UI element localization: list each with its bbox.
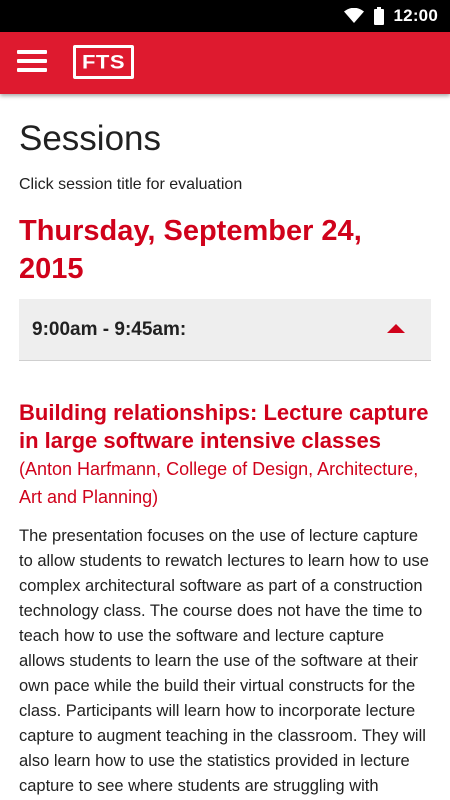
session-heading: Building relationships: Lecture capture … [19, 399, 431, 511]
session-item: Building relationships: Lecture capture … [19, 399, 431, 800]
expand-less-icon[interactable] [387, 324, 405, 333]
battery-icon [373, 7, 384, 25]
status-bar: 12:00 [0, 0, 450, 32]
status-time: 12:00 [393, 6, 438, 25]
status-icons: 12:00 [343, 0, 438, 32]
main-content[interactable]: Sessions Click session title for evaluat… [0, 94, 450, 800]
logo-text: FTS [81, 50, 126, 73]
time-slot-header[interactable]: 9:00am - 9:45am: [19, 299, 431, 361]
page-subtitle: Click session title for evaluation [19, 176, 243, 193]
day-heading: Thursday, September 24, 2015 [19, 215, 362, 285]
session-presenter: (Anton Harfmann, College of Design, Arch… [19, 459, 419, 507]
wifi-icon [343, 8, 364, 24]
app-bar: FTS [0, 32, 450, 94]
menu-button[interactable] [10, 41, 54, 85]
session-title-link[interactable]: Building relationships: Lecture capture … [19, 400, 429, 453]
page-title: Sessions [19, 119, 162, 158]
session-description: The presentation focuses on the use of l… [19, 527, 429, 795]
app-logo[interactable]: FTS [73, 45, 134, 79]
time-slot-label: 9:00am - 9:45am: [32, 319, 187, 340]
menu-icon [17, 49, 47, 77]
